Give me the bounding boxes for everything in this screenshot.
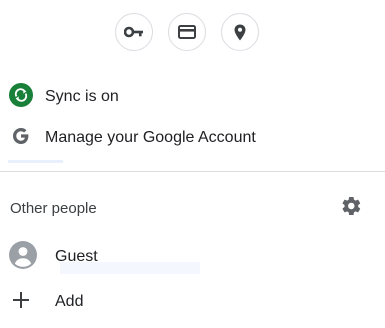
add-person-row[interactable]: Add xyxy=(0,282,385,322)
credit-card-icon xyxy=(178,25,196,39)
gear-icon xyxy=(341,196,361,221)
background-artifact xyxy=(8,160,63,163)
add-label: Add xyxy=(55,293,84,310)
sync-row[interactable]: Sync is on xyxy=(0,77,385,117)
guest-label: Guest xyxy=(55,248,98,265)
plus-icon xyxy=(12,291,30,314)
addresses-button[interactable] xyxy=(221,13,259,51)
person-avatar-icon xyxy=(9,240,37,274)
sync-icon xyxy=(9,82,33,112)
manage-account-label: Manage your Google Account xyxy=(45,129,256,146)
location-pin-icon xyxy=(234,24,246,41)
guest-row[interactable]: Guest xyxy=(0,237,385,277)
payment-methods-button[interactable] xyxy=(168,13,206,51)
sync-status-label: Sync is on xyxy=(45,88,119,105)
manage-people-button[interactable] xyxy=(339,196,363,220)
passwords-button[interactable] xyxy=(115,13,153,51)
key-icon xyxy=(124,26,144,38)
other-people-heading: Other people xyxy=(10,200,97,217)
google-g-icon xyxy=(12,127,30,150)
manage-account-row[interactable]: Manage your Google Account xyxy=(0,118,385,158)
quick-actions-row xyxy=(0,13,385,53)
divider xyxy=(0,171,385,172)
